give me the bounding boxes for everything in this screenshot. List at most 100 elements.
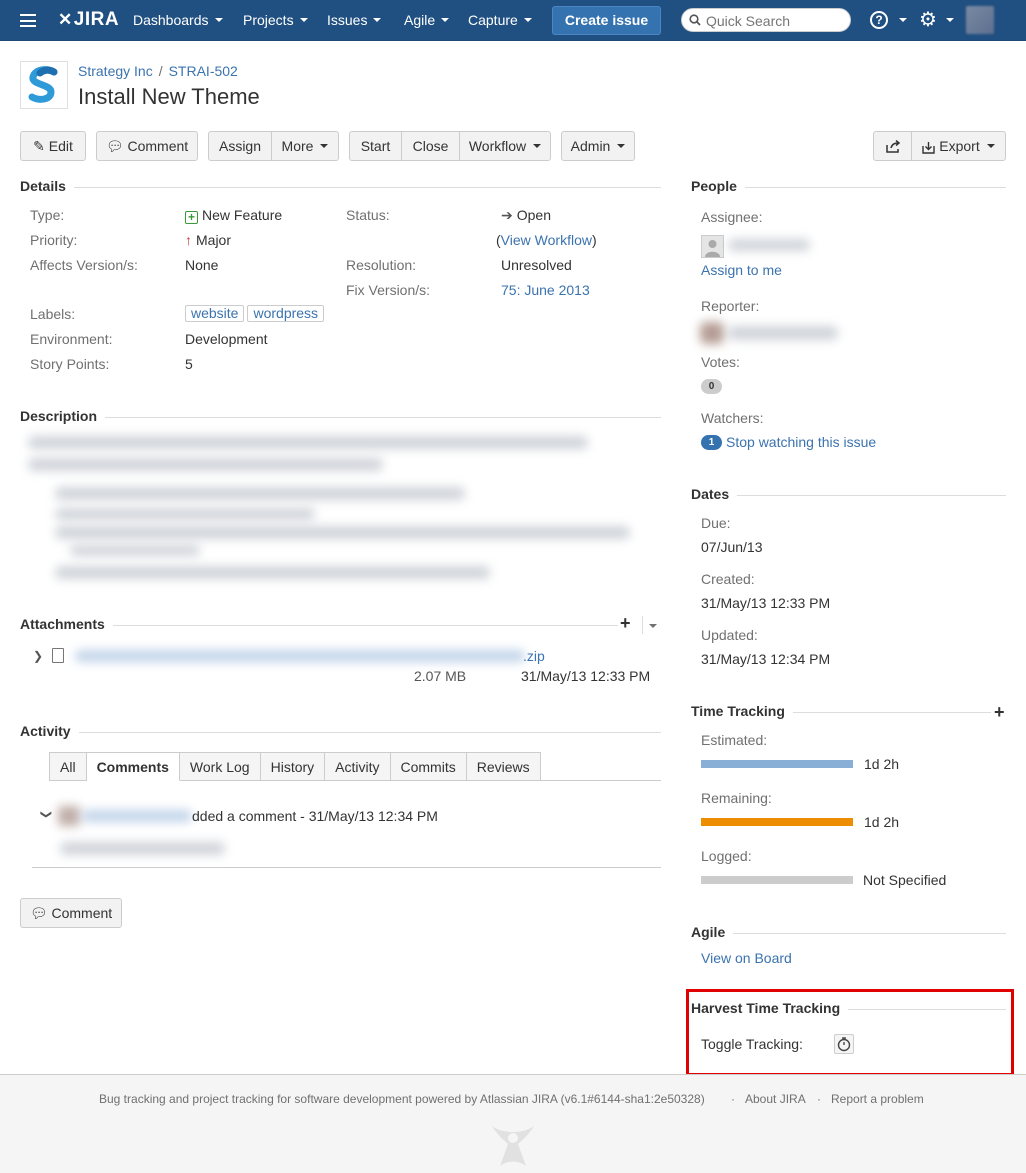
- view-workflow-link[interactable]: View Workflow: [501, 232, 592, 248]
- label-tag[interactable]: wordpress: [247, 305, 325, 322]
- chevron-down-icon: [986, 144, 995, 149]
- quick-search[interactable]: [681, 8, 851, 32]
- nav-issues[interactable]: Issues: [327, 0, 382, 41]
- tab-reviews[interactable]: Reviews: [466, 752, 541, 781]
- comment-author-name[interactable]: [82, 810, 192, 822]
- tab-activity[interactable]: Activity: [325, 752, 391, 781]
- attachment-file-extension[interactable]: .zip: [523, 648, 545, 664]
- chevron-down-icon[interactable]: [649, 624, 657, 628]
- share-icon: [885, 140, 900, 154]
- jira-logo[interactable]: ✕JIRA: [58, 9, 119, 32]
- footer-separator: ·: [817, 1092, 821, 1106]
- tab-work-log[interactable]: Work Log: [179, 752, 261, 781]
- comment-author-avatar: [58, 806, 80, 826]
- reporter-name[interactable]: [728, 326, 838, 340]
- share-button[interactable]: [874, 132, 911, 160]
- assign-to-me-link[interactable]: Assign to me: [701, 262, 782, 278]
- fix-version-link[interactable]: 75: June 2013: [501, 282, 590, 298]
- user-avatar[interactable]: [966, 6, 994, 34]
- edit-button[interactable]: ✎ Edit: [20, 131, 86, 161]
- admin-menu-caret[interactable]: [940, 0, 954, 41]
- add-icon[interactable]: +: [991, 702, 1005, 723]
- redacted-text: [55, 566, 490, 579]
- reporter-avatar: [700, 322, 724, 344]
- description-divider: [20, 417, 661, 418]
- redacted-text: [28, 436, 588, 449]
- comment-divider: [32, 867, 661, 868]
- add-icon[interactable]: +: [620, 613, 631, 634]
- activity-heading[interactable]: Activity: [20, 723, 79, 739]
- details-heading[interactable]: Details: [20, 178, 74, 194]
- tab-all[interactable]: All: [49, 752, 87, 781]
- footer-powered-by: Bug tracking and project tracking for so…: [99, 1092, 705, 1106]
- more-button[interactable]: More: [271, 132, 338, 160]
- stop-watching-link[interactable]: Stop watching this issue: [726, 434, 876, 450]
- breadcrumb-project[interactable]: Strategy Inc: [78, 63, 153, 79]
- attachments-heading[interactable]: Attachments: [20, 616, 113, 632]
- environment-label: Environment:: [30, 331, 113, 347]
- zip-file-icon: [52, 648, 64, 663]
- chevron-down-icon: [617, 144, 626, 149]
- top-navigation-bar: ✕JIRA Dashboards Projects Issues Agile C…: [0, 0, 1026, 41]
- create-issue-button[interactable]: Create issue: [552, 6, 661, 35]
- nav-agile[interactable]: Agile: [404, 0, 450, 41]
- add-comment-button[interactable]: 💬︎ Comment: [20, 898, 122, 928]
- footer: Bug tracking and project tracking for so…: [0, 1074, 1026, 1173]
- view-on-board-link[interactable]: View on Board: [701, 950, 792, 966]
- dates-divider: [691, 495, 1006, 496]
- quick-search-input[interactable]: [706, 12, 846, 29]
- details-divider: [20, 187, 661, 188]
- estimated-bar: [701, 760, 853, 768]
- attachments-divider: [20, 625, 661, 626]
- assignee-name[interactable]: [728, 239, 810, 251]
- tab-commits[interactable]: Commits: [390, 752, 467, 781]
- nav-projects[interactable]: Projects: [243, 0, 308, 41]
- workflow-group: Start Close Workflow: [349, 131, 551, 161]
- export-icon: [922, 141, 935, 154]
- breadcrumb-issue-key[interactable]: STRAI-502: [169, 63, 238, 79]
- redacted-filename[interactable]: [75, 650, 525, 662]
- chevron-down-icon: [946, 18, 954, 23]
- redacted-text: [55, 508, 315, 520]
- assign-button[interactable]: Assign: [209, 132, 271, 160]
- priority-label: Priority:: [30, 232, 78, 248]
- start-button[interactable]: Start: [350, 132, 401, 160]
- attachment-date: 31/May/13 12:33 PM: [521, 668, 651, 684]
- tab-history[interactable]: History: [260, 752, 326, 781]
- issue-title[interactable]: Install New Theme: [78, 84, 260, 110]
- help-menu-caret[interactable]: [893, 0, 907, 41]
- nav-capture[interactable]: Capture: [468, 0, 532, 41]
- project-logo-icon: [28, 66, 58, 103]
- report-problem-link[interactable]: Report a problem: [831, 1092, 924, 1106]
- person-icon: [705, 240, 720, 257]
- collapse-comment-icon[interactable]: ❯: [40, 810, 53, 819]
- votes-count-badge[interactable]: 0: [701, 379, 722, 394]
- watchers-count-badge[interactable]: 1: [701, 435, 722, 450]
- export-button[interactable]: Export: [911, 132, 1005, 160]
- app-switcher-icon[interactable]: [20, 14, 36, 27]
- nav-dashboards[interactable]: Dashboards: [133, 0, 223, 41]
- time-tracking-heading[interactable]: Time Tracking: [691, 703, 793, 719]
- story-points-value: 5: [185, 356, 193, 372]
- chevron-down-icon: [441, 18, 450, 23]
- agile-divider: [691, 933, 1006, 934]
- help-icon[interactable]: ?: [870, 11, 888, 29]
- people-heading[interactable]: People: [691, 178, 745, 194]
- close-button[interactable]: Close: [401, 132, 459, 160]
- description-heading[interactable]: Description: [20, 408, 106, 424]
- chevron-down-icon: [899, 18, 907, 23]
- tab-comments[interactable]: Comments: [86, 752, 180, 781]
- gear-icon[interactable]: ⚙: [919, 10, 937, 30]
- chevron-right-icon[interactable]: ❯: [33, 649, 43, 663]
- attachments-actions: +: [618, 613, 662, 636]
- admin-button[interactable]: Admin: [561, 131, 635, 161]
- chevron-down-icon: [533, 144, 542, 149]
- dates-heading[interactable]: Dates: [691, 486, 738, 502]
- agile-heading[interactable]: Agile: [691, 924, 734, 940]
- workflow-button[interactable]: Workflow: [459, 132, 550, 160]
- label-tag[interactable]: website: [185, 305, 245, 322]
- comment-button[interactable]: 💬︎ Comment: [96, 131, 198, 161]
- affects-version-label: Affects Version/s:: [30, 257, 138, 273]
- about-jira-link[interactable]: About JIRA: [745, 1092, 806, 1106]
- project-avatar[interactable]: [20, 61, 68, 109]
